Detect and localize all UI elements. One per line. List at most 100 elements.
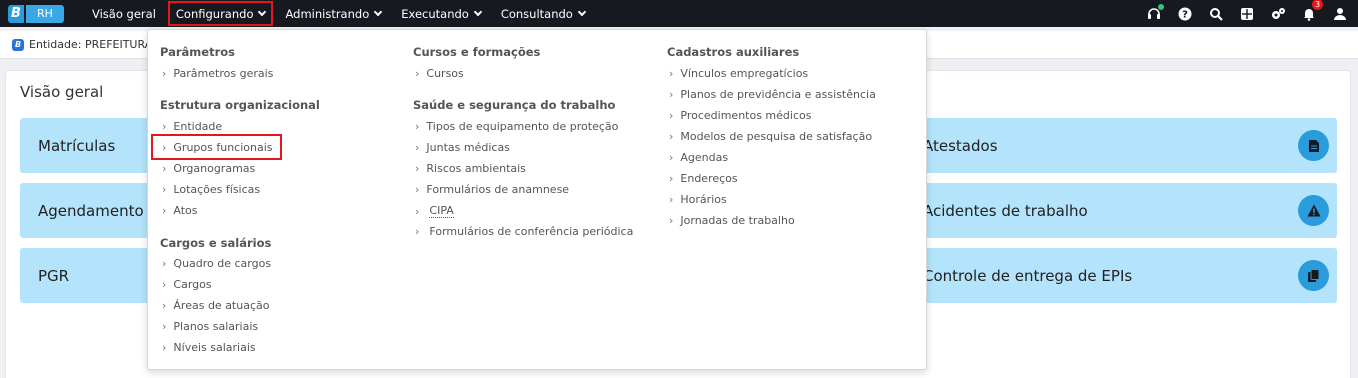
nav-consultando[interactable]: Consultando	[493, 0, 593, 27]
app-logo[interactable]: B RH	[8, 4, 64, 23]
help-icon[interactable]: ?	[1177, 6, 1193, 22]
top-navigation-bar: B RH Visão geral Configurando Administra…	[0, 0, 1358, 27]
menu-item-label: Quadro de cargos	[173, 257, 272, 270]
menu-item-vinculos-empregaticios[interactable]: › Vínculos empregatícios	[669, 67, 808, 80]
menu-item-label: Áreas de atuação	[173, 299, 270, 312]
bell-icon[interactable]: 3	[1301, 0, 1323, 22]
menu-item-tipos-de-equipamento[interactable]: › Tipos de equipamento de proteção	[415, 120, 618, 133]
menu-item-organogramas[interactable]: › Organogramas	[162, 162, 255, 175]
card-label: Agendamento	[38, 201, 144, 220]
menu-item-formularios-de-anamnese[interactable]: › Formulários de anamnese	[415, 183, 569, 196]
document-icon[interactable]	[1298, 130, 1329, 161]
card-label: Matrículas	[38, 136, 116, 155]
nav-executando-label: Executando	[401, 6, 469, 21]
card-agendamento[interactable]: Agendamento	[20, 183, 160, 238]
section-title-cursos-e-formacoes: Cursos e formações	[413, 45, 541, 59]
menu-item-juntas-medicas[interactable]: › Juntas médicas	[415, 141, 510, 154]
nav-administrando[interactable]: Administrando	[277, 0, 389, 27]
menu-item-label: Entidade	[173, 120, 223, 133]
menu-item-label: Juntas médicas	[426, 141, 510, 154]
section-title-estrutura-organizacional: Estrutura organizacional	[160, 98, 320, 112]
menu-item-label: Modelos de pesquisa de satisfação	[680, 130, 873, 143]
card-acidentes-de-trabalho[interactable]: Acidentes de trabalho	[920, 183, 1337, 238]
chevron-down-icon	[473, 7, 483, 16]
menu-item-label: Planos salariais	[173, 320, 259, 333]
menu-item-label: Riscos ambientais	[426, 162, 526, 175]
menu-item-cipa[interactable]: › CIPA	[415, 204, 454, 218]
menu-item-entidade[interactable]: › Entidade	[162, 120, 222, 133]
menu-item-areas-de-atuacao[interactable]: › Áreas de atuação	[162, 299, 269, 312]
section-title-cargos-e-salarios: Cargos e salários	[160, 236, 272, 250]
nav-administrando-label: Administrando	[285, 6, 370, 21]
panel-title: Visão geral	[20, 83, 104, 101]
notification-badge: 3	[1312, 0, 1323, 10]
menu-item-label: Planos de previdência e assistência	[680, 88, 876, 101]
menu-item-riscos-ambientais[interactable]: › Riscos ambientais	[415, 162, 526, 175]
card-atestados[interactable]: Atestados	[920, 118, 1337, 173]
copy-icon[interactable]	[1298, 260, 1329, 291]
card-label: Acidentes de trabalho	[923, 201, 1088, 220]
user-icon[interactable]	[1332, 6, 1348, 22]
menu-item-label: Formulários de anamnese	[426, 183, 570, 196]
nav-executando[interactable]: Executando	[393, 0, 489, 27]
nav-visao-geral-label: Visão geral	[92, 6, 156, 21]
nav-configurando-label: Configurando	[175, 6, 254, 21]
menu-item-atos[interactable]: › Atos	[162, 204, 198, 217]
nav-consultando-label: Consultando	[500, 6, 573, 21]
menu-item-label: Jornadas de trabalho	[680, 214, 795, 227]
card-label: Controle de entrega de EPIs	[923, 266, 1133, 285]
top-icons: ? 3	[1131, 0, 1348, 27]
chevron-down-icon	[258, 7, 267, 16]
chevron-down-icon	[373, 7, 383, 16]
menu-item-agendas[interactable]: › Agendas	[669, 151, 728, 164]
menu-item-label: Cursos	[426, 67, 464, 80]
search-icon[interactable]	[1208, 6, 1224, 22]
grid-icon[interactable]	[1239, 6, 1255, 22]
settings-icon[interactable]	[1270, 6, 1286, 22]
menu-item-label: Horários	[680, 193, 727, 206]
logo-text: RH	[26, 4, 64, 23]
section-title-parametros: Parâmetros	[160, 45, 236, 59]
menu-item-label: Formulários de conferência periódica	[429, 225, 634, 238]
menu-item-procedimentos-medicos[interactable]: › Procedimentos médicos	[669, 109, 811, 122]
entity-label[interactable]: Entidade: PREFEITURA D	[29, 38, 164, 51]
menu-item-formularios-de-conferencia[interactable]: › Formulários de conferência periódica	[415, 225, 633, 238]
card-matriculas[interactable]: Matrículas	[20, 118, 160, 173]
menu-item-label: Parâmetros gerais	[173, 67, 274, 80]
menu-item-label: Agendas	[680, 151, 729, 164]
menu-item-niveis-salariais[interactable]: › Níveis salariais	[162, 341, 256, 354]
headset-icon[interactable]	[1146, 3, 1164, 22]
nav-configurando[interactable]: Configurando	[167, 1, 274, 26]
chevron-down-icon	[577, 7, 587, 16]
card-controle-entrega-epis[interactable]: Controle de entrega de EPIs	[920, 248, 1337, 303]
menu-item-planos-de-previdencia[interactable]: › Planos de previdência e assistência	[669, 88, 876, 101]
menu-item-cursos[interactable]: › Cursos	[415, 67, 464, 80]
menu-item-planos-salariais[interactable]: › Planos salariais	[162, 320, 258, 333]
menu-item-label: Níveis salariais	[173, 341, 256, 354]
card-pgr[interactable]: PGR	[20, 248, 160, 303]
menu-item-label: Endereços	[680, 172, 738, 185]
svg-text:?: ?	[1182, 9, 1188, 20]
menu-item-label: Atos	[173, 204, 198, 217]
entity-logo-icon: B	[12, 38, 24, 51]
highlight-box	[151, 134, 282, 160]
menu-item-horarios[interactable]: › Horários	[669, 193, 727, 206]
menu-item-cargos[interactable]: › Cargos	[162, 278, 212, 291]
menu-item-label: Vínculos empregatícios	[680, 67, 809, 80]
menu-item-modelos-de-pesquisa[interactable]: › Modelos de pesquisa de satisfação	[669, 130, 872, 143]
menu-item-label: Procedimentos médicos	[680, 109, 812, 122]
menu-item-lotacoes-fisicas[interactable]: › Lotações físicas	[162, 183, 260, 196]
menu-item-enderecos[interactable]: › Endereços	[669, 172, 738, 185]
menu-item-label: Lotações físicas	[173, 183, 261, 196]
warning-icon[interactable]	[1298, 195, 1329, 226]
configurando-dropdown-menu: Parâmetros › Parâmetros gerais Estrutura …	[147, 29, 927, 370]
menu-item-quadro-de-cargos[interactable]: › Quadro de cargos	[162, 257, 271, 270]
nav-visao-geral[interactable]: Visão geral	[84, 0, 164, 27]
menu-item-parametros-gerais[interactable]: › Parâmetros gerais	[162, 67, 273, 80]
main-menu: Visão geral Configurando Administrando E…	[84, 0, 597, 27]
menu-item-label: Organogramas	[173, 162, 256, 175]
card-label: Atestados	[923, 136, 998, 155]
card-label: PGR	[38, 266, 70, 285]
menu-item-jornadas-de-trabalho[interactable]: › Jornadas de trabalho	[669, 214, 795, 227]
menu-item-label: CIPA	[429, 204, 454, 218]
